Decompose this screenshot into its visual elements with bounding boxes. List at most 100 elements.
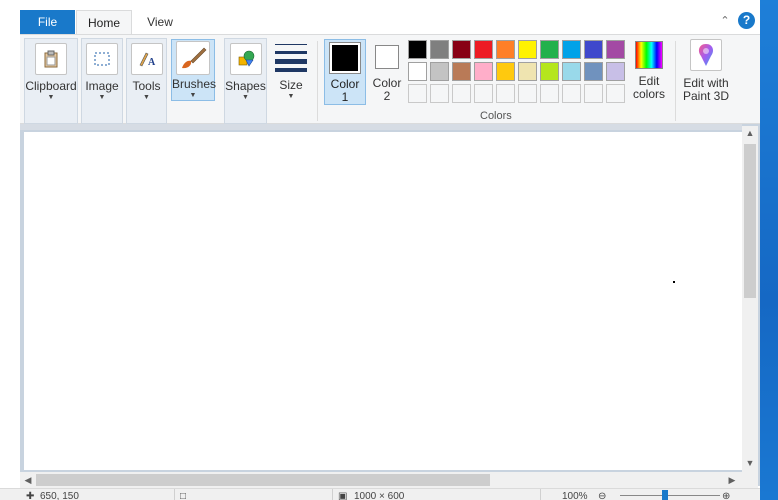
drawing-canvas[interactable]	[24, 132, 742, 470]
palette-swatch[interactable]	[430, 62, 449, 81]
zoom-slider[interactable]	[620, 495, 720, 496]
edit-colors-label-2: colors	[632, 87, 665, 101]
canvas-size: 1000 × 600	[354, 491, 405, 500]
shapes-icon	[229, 43, 262, 75]
ribbon-separator	[317, 41, 318, 121]
shapes-group: Shapes ▼	[224, 38, 267, 124]
palette-swatch[interactable]	[408, 62, 427, 81]
canvas-top-border	[20, 124, 742, 130]
svg-text:A: A	[148, 57, 156, 68]
vertical-scrollbar[interactable]: ▲ ▼	[742, 126, 758, 472]
tab-view[interactable]: View	[134, 10, 186, 34]
color2-number: 2	[383, 89, 391, 103]
palette-swatch[interactable]	[496, 40, 515, 59]
color1-button[interactable]: Color 1	[324, 39, 366, 105]
palette-swatch[interactable]	[452, 62, 471, 81]
vertical-scroll-thumb[interactable]	[744, 144, 756, 298]
collapse-ribbon-icon[interactable]: ⌃	[718, 14, 732, 28]
line-size-icon	[275, 42, 307, 72]
palette-swatch[interactable]	[518, 40, 537, 59]
ribbon-home: Clipboard ▼ Image ▼ A Tools ▼ Brushes ▼ …	[20, 34, 760, 124]
chevron-down-icon: ▼	[287, 93, 295, 100]
edit-with-paint3d-button[interactable]: Edit with Paint 3D	[680, 39, 732, 103]
chevron-down-icon: ▼	[143, 94, 150, 101]
image-label: Image	[85, 79, 119, 93]
palette-swatch[interactable]	[606, 62, 625, 81]
tab-file[interactable]: File	[20, 10, 75, 34]
scroll-right-icon[interactable]: ▶	[724, 473, 740, 487]
custom-color-swatch[interactable]	[430, 84, 449, 103]
palette-swatch[interactable]	[518, 62, 537, 81]
clipboard-label: Clipboard	[25, 79, 77, 93]
zoom-slider-thumb[interactable]	[662, 490, 668, 500]
color2-button[interactable]: Color 2	[368, 43, 406, 103]
custom-color-swatch[interactable]	[562, 84, 581, 103]
palette-swatch[interactable]	[540, 40, 559, 59]
shapes-label: Shapes	[225, 79, 266, 93]
clipboard-icon	[35, 43, 67, 75]
clipboard-button[interactable]: Clipboard ▼	[25, 43, 77, 103]
custom-color-swatch[interactable]	[452, 84, 471, 103]
edit-colors-button[interactable]: Edit colors	[629, 39, 669, 101]
tools-label: Tools	[132, 79, 161, 93]
horizontal-scrollbar[interactable]: ◀ ▶	[20, 472, 758, 488]
cursor-icon: ✚	[26, 491, 35, 500]
canvas-dot	[673, 281, 675, 283]
custom-color-swatch[interactable]	[496, 84, 515, 103]
palette-swatch[interactable]	[430, 40, 449, 59]
help-icon[interactable]: ?	[738, 12, 755, 29]
status-separator	[540, 489, 541, 500]
custom-color-swatch[interactable]	[540, 84, 559, 103]
custom-color-swatch[interactable]	[518, 84, 537, 103]
color1-number: 1	[341, 90, 349, 104]
zoom-level: 100%	[562, 491, 588, 500]
scroll-up-icon[interactable]: ▲	[742, 126, 758, 140]
palette-swatch[interactable]	[584, 40, 603, 59]
clipboard-group: Clipboard ▼	[24, 38, 78, 124]
scroll-down-icon[interactable]: ▼	[742, 456, 758, 470]
chevron-down-icon: ▼	[189, 92, 197, 99]
title-bar	[0, 0, 760, 8]
image-group: Image ▼	[81, 38, 123, 124]
tools-button[interactable]: A Tools ▼	[127, 43, 166, 103]
select-icon	[86, 43, 118, 75]
selection-icon: □	[180, 491, 187, 500]
shapes-button[interactable]: Shapes ▼	[225, 43, 266, 103]
zoom-out-icon[interactable]: ⊖	[598, 491, 606, 500]
custom-color-swatch[interactable]	[584, 84, 603, 103]
palette-swatch[interactable]	[606, 40, 625, 59]
canvas-size-icon: ▣	[338, 491, 348, 500]
brushes-button[interactable]: Brushes ▼	[171, 39, 216, 101]
palette-swatch[interactable]	[540, 62, 559, 81]
palette-swatch[interactable]	[584, 62, 603, 81]
colors-group-label: Colors	[480, 110, 512, 122]
horizontal-scroll-thumb[interactable]	[36, 474, 490, 486]
status-bar: ✚ 650, 150 □ ▣ 1000 × 600 100% ⊖ ⊕	[0, 488, 760, 500]
palette-swatch[interactable]	[408, 40, 427, 59]
tools-group: A Tools ▼	[126, 38, 167, 124]
palette-swatch[interactable]	[562, 62, 581, 81]
desktop-background	[760, 0, 778, 500]
tab-home[interactable]: Home	[76, 10, 132, 34]
chevron-down-icon: ▼	[47, 94, 55, 101]
paint3d-icon	[690, 39, 722, 71]
palette-swatch[interactable]	[452, 40, 471, 59]
custom-color-swatch[interactable]	[408, 84, 427, 103]
canvas-workspace	[20, 124, 760, 486]
palette-swatch[interactable]	[474, 62, 493, 81]
custom-color-swatch[interactable]	[474, 84, 493, 103]
palette-swatch[interactable]	[562, 40, 581, 59]
palette-swatch[interactable]	[474, 40, 493, 59]
cursor-position: 650, 150	[40, 491, 79, 500]
zoom-in-icon[interactable]: ⊕	[722, 491, 730, 500]
image-button[interactable]: Image ▼	[82, 43, 122, 103]
chevron-down-icon: ▼	[242, 94, 249, 101]
color-spectrum-icon	[635, 41, 663, 69]
custom-color-swatch[interactable]	[606, 84, 625, 103]
paint-window: File Home View ⌃ ? Clipboard ▼ Image ▼ A…	[0, 0, 760, 500]
size-button[interactable]: Size ▼	[272, 42, 310, 102]
scroll-left-icon[interactable]: ◀	[20, 473, 36, 487]
status-separator	[174, 489, 175, 500]
palette-swatch[interactable]	[496, 62, 515, 81]
ribbon-separator	[675, 41, 676, 121]
